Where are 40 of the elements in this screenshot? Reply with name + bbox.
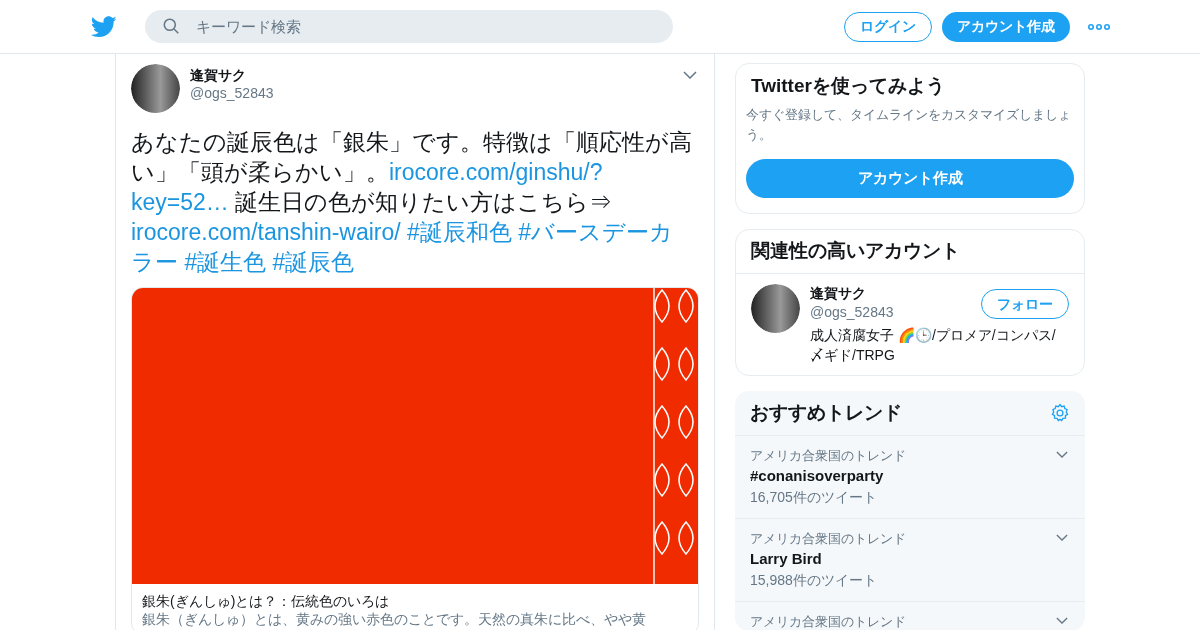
trend-context: アメリカ合衆国のトレンド xyxy=(750,613,906,630)
settings-icon[interactable] xyxy=(1050,403,1070,423)
user-bio: 成人済腐女子 🌈🕒/プロメア/コンパス/〆ギド/TRPG xyxy=(810,326,1057,365)
trend-item[interactable]: アメリカ合衆国のトレンド #conanisoverparty 16,705件のツイート xyxy=(735,436,1085,519)
link[interactable]: irocore.com/ginshu/? xyxy=(389,159,603,185)
panel-title: Twitterを使ってみよう xyxy=(750,74,946,98)
card-description: 銀朱（ぎんしゅ）とは、黄みの強い赤色のことです。天然の真朱に比べ、やや黄 xyxy=(142,610,647,628)
search-icon xyxy=(163,18,180,35)
panel-title: 関連性の高いアカウント xyxy=(736,230,1084,274)
user-handle[interactable]: @ogs_52843 xyxy=(810,302,981,322)
chevron-down-icon[interactable] xyxy=(1056,617,1068,624)
signup-button[interactable]: アカウント作成 xyxy=(746,159,1074,198)
link[interactable]: key=52… xyxy=(131,189,229,215)
signup-button[interactable]: アカウント作成 xyxy=(942,11,1070,42)
user-name[interactable]: 逢賀サク xyxy=(810,284,981,302)
link[interactable]: #バースデーカ xyxy=(518,219,674,245)
link[interactable]: ラー xyxy=(131,249,178,275)
panel-title: おすすめトレンド xyxy=(750,400,902,425)
trend-item[interactable]: アメリカ合衆国のトレンド Larry Bird 15,988件のツイート xyxy=(735,519,1085,602)
bird-logo-icon[interactable] xyxy=(91,15,117,38)
user-handle[interactable]: @ogs_52843 xyxy=(190,84,274,102)
link[interactable]: #誕辰色 xyxy=(272,249,355,275)
more-icon[interactable] xyxy=(1088,23,1110,30)
link[interactable]: #誕生色 xyxy=(184,249,267,275)
chevron-down-icon[interactable] xyxy=(1056,534,1068,541)
trend-context: アメリカ合衆国のトレンド xyxy=(750,447,906,465)
chevron-down-icon[interactable] xyxy=(1056,451,1068,458)
link[interactable]: #誕辰和色 xyxy=(407,219,512,245)
chevron-down-icon[interactable] xyxy=(683,71,697,79)
user-name[interactable]: 逢賀サク xyxy=(190,66,274,84)
avatar[interactable] xyxy=(131,64,180,113)
tweet-text: あなたの誕辰色は「銀朱」です。特徴は「順応性が高 い」「頭が柔らかい」。irocore.com/ginshu/? key=52… 誕生日の色が知りたい方はこちら⇒ irocore.com/tanshin-wairo/ #誕辰和色 #バースデーカ ラー #誕生色 #誕辰色 xyxy=(131,128,693,277)
avatar[interactable] xyxy=(751,284,800,333)
trend-item[interactable]: アメリカ合衆国のトレンド xyxy=(735,602,1085,630)
card-title: 銀朱(ぎんしゅ)とは？：伝統色のいろは xyxy=(142,592,391,610)
panel-text: 今すぐ登録して、タイムラインをカスタマイズしましょう。 xyxy=(746,106,1072,144)
trend-context: アメリカ合衆国のトレンド xyxy=(750,530,906,548)
link-card[interactable]: 銀朱(ぎんしゅ)とは？：伝統色のいろは 銀朱（ぎんしゅ）とは、黄みの強い赤色のことです。天然の真朱に比べ、やや黄 xyxy=(131,287,699,630)
link[interactable]: irocore.com/tanshin-wairo/ xyxy=(131,219,401,245)
search-field[interactable]: キーワード検索 xyxy=(145,10,673,43)
